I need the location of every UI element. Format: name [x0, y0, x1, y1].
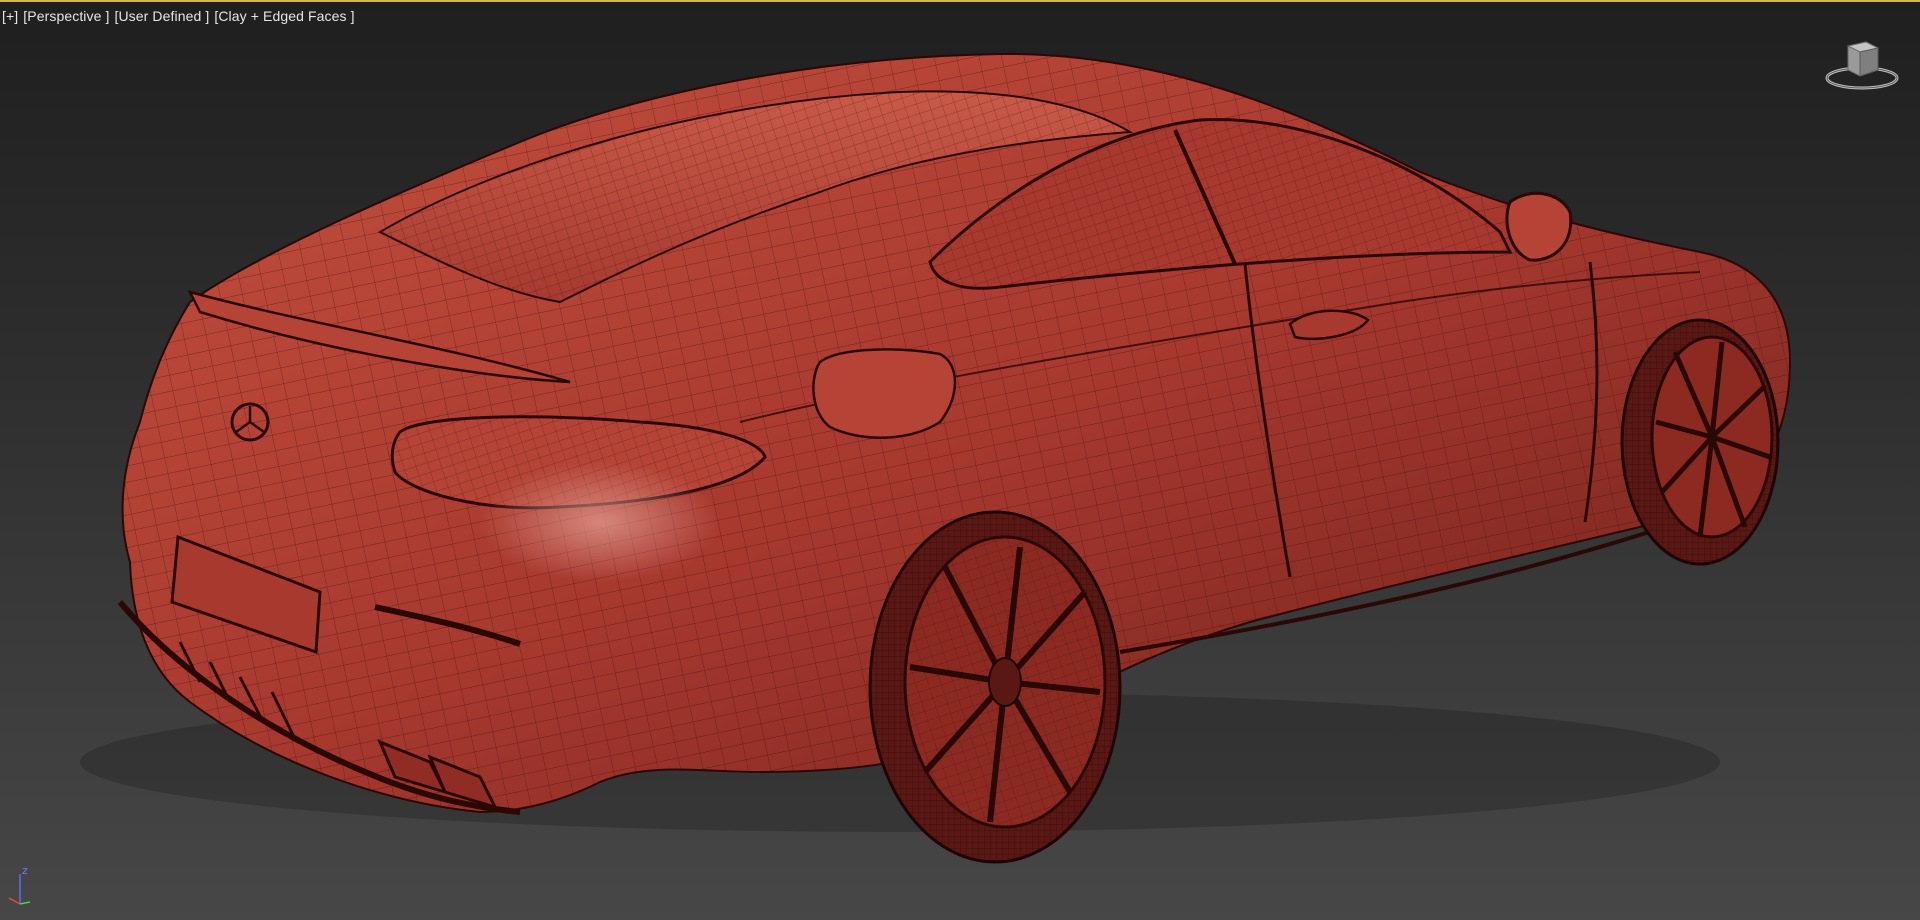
viewport-label-bar: [+] [Perspective ] [User Defined ] [Clay…	[2, 8, 355, 24]
car-model-render[interactable]	[0, 2, 1920, 920]
viewport-menu-label[interactable]: [+]	[2, 8, 18, 24]
perspective-viewport[interactable]: [+] [Perspective ] [User Defined ] [Clay…	[0, 0, 1920, 920]
axis-z-label: z	[22, 864, 28, 877]
front-wheel	[1620, 318, 1780, 566]
viewport-shading-mode-label[interactable]: [Clay + Edged Faces ]	[214, 8, 354, 24]
viewport-view-label[interactable]: [Perspective ]	[23, 8, 109, 24]
rear-wheel	[868, 510, 1122, 864]
viewport-shading-preset-label[interactable]: [User Defined ]	[114, 8, 209, 24]
viewcube-icon[interactable]	[1822, 36, 1902, 92]
axis-tripod-icon: z	[6, 864, 36, 908]
